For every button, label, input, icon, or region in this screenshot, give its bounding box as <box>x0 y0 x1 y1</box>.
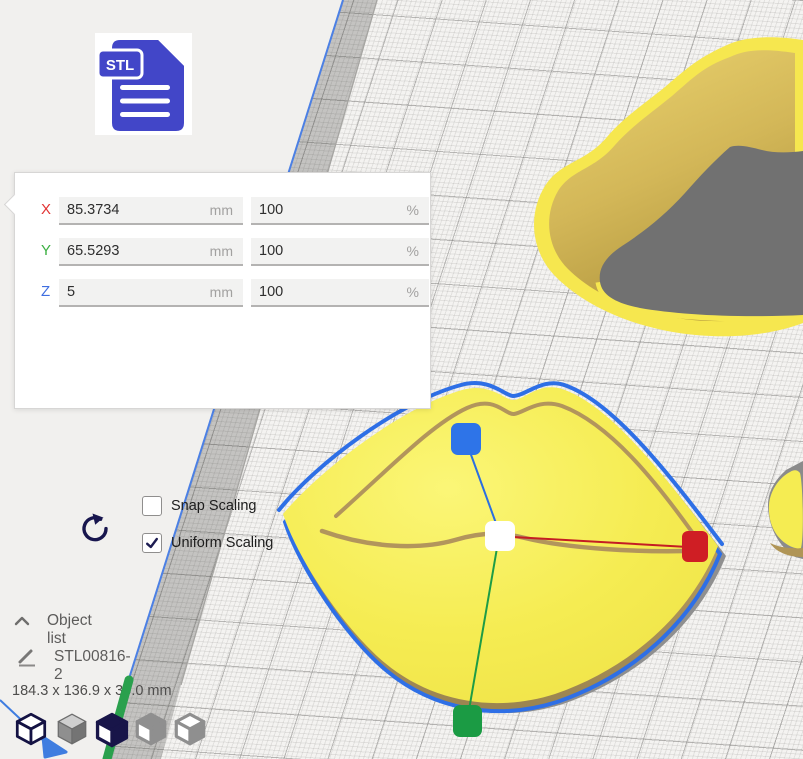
z-size-input[interactable] <box>59 284 210 300</box>
scale-tool-panel: X mm % Y mm % Z mm % <box>14 172 431 409</box>
axis-label-z: Z <box>41 283 50 300</box>
open-cube-icon <box>171 710 209 748</box>
gizmo-handle-center[interactable] <box>485 521 515 551</box>
z-percent-field: % <box>251 279 429 307</box>
reset-rotate-icon <box>75 509 113 547</box>
y-size-input[interactable] <box>59 243 210 259</box>
x-size-input[interactable] <box>59 202 210 218</box>
toolbar-tool-open-cube[interactable] <box>171 710 209 748</box>
z-percent-unit: % <box>407 284 429 300</box>
axis-label-y: Y <box>41 242 51 259</box>
uniform-scaling-option: Uniform Scaling <box>142 532 273 554</box>
z-size-unit: mm <box>210 284 243 300</box>
scale-row-y: Y mm % <box>15 238 430 264</box>
face-cube-icon <box>132 710 170 748</box>
stl-document-icon: STL <box>95 33 192 135</box>
highlighted-cube-icon <box>92 710 132 750</box>
x-size-field: mm <box>59 197 243 225</box>
toolbar-tool-solid-cube[interactable] <box>53 710 91 748</box>
snap-scaling-option: Snap Scaling <box>142 495 256 517</box>
y-size-field: mm <box>59 238 243 266</box>
toolbar-tool-wireframe-cube[interactable] <box>12 710 50 748</box>
x-percent-unit: % <box>407 202 429 218</box>
uniform-scaling-checkbox[interactable] <box>142 533 162 553</box>
model-fragment-right[interactable] <box>768 461 803 559</box>
x-percent-input[interactable] <box>251 202 407 218</box>
x-size-unit: mm <box>210 202 243 218</box>
snap-scaling-label: Snap Scaling <box>171 498 256 514</box>
z-size-field: mm <box>59 279 243 307</box>
scale-row-z: Z mm % <box>15 279 430 305</box>
z-percent-input[interactable] <box>251 284 407 300</box>
reset-scale-button[interactable] <box>75 509 113 547</box>
slicer-app-window: { "app": { "background_color": "#f1f0ee"… <box>0 0 803 759</box>
uniform-scaling-label: Uniform Scaling <box>171 535 273 551</box>
toolbar-tool-face-cube[interactable] <box>132 710 170 748</box>
toolbar-tool-highlighted-cube[interactable] <box>92 710 130 748</box>
gizmo-handle-z[interactable] <box>451 423 481 455</box>
stl-file-icon[interactable]: STL <box>95 33 192 135</box>
y-size-unit: mm <box>210 243 243 259</box>
y-percent-input[interactable] <box>251 243 407 259</box>
y-percent-unit: % <box>407 243 429 259</box>
stl-badge-label: STL <box>106 57 134 74</box>
x-percent-field: % <box>251 197 429 225</box>
gizmo-handle-y[interactable] <box>453 705 482 737</box>
scale-row-x: X mm % <box>15 197 430 223</box>
wireframe-cube-icon <box>12 710 50 748</box>
axis-label-x: X <box>41 201 51 218</box>
model-lips-bowl[interactable] <box>534 37 803 336</box>
snap-scaling-checkbox[interactable] <box>142 496 162 516</box>
gizmo-handle-x[interactable] <box>682 531 708 562</box>
solid-cube-icon <box>53 710 91 748</box>
y-percent-field: % <box>251 238 429 266</box>
